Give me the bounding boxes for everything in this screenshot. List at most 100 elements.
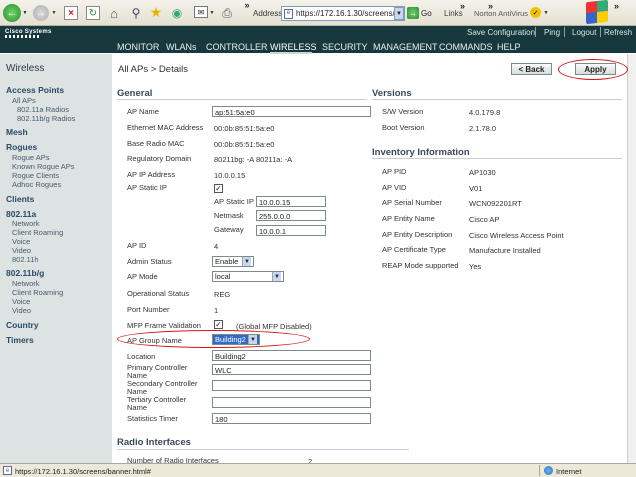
sidebar-item-all-aps[interactable]: All APs [12,96,36,105]
ping-link[interactable]: Ping [544,28,560,37]
sidebar-item-mesh[interactable]: Mesh [6,127,28,137]
links-label[interactable]: Links [444,9,463,18]
search-icon[interactable]: ⚲ [128,5,144,21]
nav-wireless[interactable]: WIRELESS [270,42,317,52]
globe-icon [544,466,553,475]
primary-controller-input[interactable]: WLC [212,364,371,375]
forward-icon[interactable]: → [33,5,49,21]
mfp-checkbox[interactable]: ✓ [214,320,223,329]
sidebar-item-timers[interactable]: Timers [6,335,34,345]
netmask-label: Netmask [214,211,244,220]
location-input[interactable]: Building2 [212,350,371,361]
page-icon: e [3,466,12,475]
go-button[interactable]: Go [421,9,432,18]
ap-pid-value: AP1030 [469,168,496,177]
secondary-controller-input[interactable] [212,380,371,391]
back-icon[interactable]: ← [3,4,21,22]
nav-wlans[interactable]: WLANs [166,42,197,52]
windows-logo-icon [586,0,608,25]
operational-status-label: Operational Status [127,289,190,298]
general-heading: General [117,88,153,99]
toolbar-chevron[interactable]: » [243,0,251,10]
back-button[interactable]: < Back [511,63,552,75]
sidebar-item-known-rogue-aps[interactable]: Known Rogue APs [12,162,75,171]
nav-management[interactable]: MANAGEMENT [373,42,438,52]
address-dropdown-icon[interactable]: ▼ [394,7,404,20]
norton-dropdown-icon[interactable]: ▼ [543,9,549,17]
back-dropdown-icon[interactable]: ▼ [22,9,28,17]
nav-security[interactable]: SECURITY [322,42,368,52]
print-icon[interactable]: ⎙ [219,5,235,21]
sidebar-item-bg-video[interactable]: Video [12,306,31,315]
sidebar-item-a-client-roaming[interactable]: Client Roaming [12,228,63,237]
sidebar-item-80211bg-radios[interactable]: 802.11b/g Radios [17,114,75,123]
ap-name-input[interactable]: ap:51:5a:e0 [212,106,371,117]
sidebar-item-clients[interactable]: Clients [6,194,34,204]
netmask-input[interactable]: 255.0.0.0 [256,210,326,221]
mail-icon[interactable]: ✉ [194,6,208,18]
ap-vid-label: AP VID [382,183,407,192]
mfp-frame-validation-label: MFP Frame Validation [127,321,201,330]
internet-zone-label: Internet [556,467,582,476]
tertiary-controller-label: Tertiary Controller Name [127,395,187,412]
sidebar-item-rogues[interactable]: Rogues [6,142,37,152]
sidebar-title: Wireless [6,63,45,74]
sidebar-item-adhoc-rogues[interactable]: Adhoc Rogues [12,180,61,189]
chevron-down-icon: ▼ [242,257,251,266]
sidebar-item-bg-client-roaming[interactable]: Client Roaming [12,288,63,297]
ap-ip-address-label: AP IP Address [127,170,176,179]
sidebar-item-80211bg[interactable]: 802.11b/g [6,268,44,278]
refresh-link[interactable]: Refresh [604,28,632,37]
reap-mode-value: Yes [469,262,482,271]
sidebar-item-80211a[interactable]: 802.11a [6,209,36,219]
home-icon[interactable]: ⌂ [106,5,122,21]
ap-mode-select[interactable]: local ▼ [212,271,284,282]
forward-dropdown-icon[interactable]: ▼ [51,9,57,17]
ap-group-highlight-oval [117,330,310,348]
vertical-scrollbar[interactable] [627,54,636,463]
mail-dropdown-icon[interactable]: ▼ [209,9,215,17]
nav-commands[interactable]: COMMANDS [439,42,493,52]
gateway-input[interactable]: 10.0.0.1 [256,225,326,236]
ap-certificate-type-value: Manufacture Installed [469,246,541,255]
gateway-label: Gateway [214,225,244,234]
secondary-controller-label: Secondary Controller Name [127,379,198,396]
reap-mode-label: REAP Mode supported [382,261,459,270]
norton-label[interactable]: Norton AntiVirus [474,9,528,18]
sidebar-item-bg-voice[interactable]: Voice [12,297,30,306]
static-ip-input[interactable]: 10.0.0.15 [256,196,326,207]
nav-controller[interactable]: CONTROLLER [206,42,268,52]
save-configuration-link[interactable]: Save Configuration [467,28,535,37]
ap-serial-value: WCN092201RT [469,199,522,208]
admin-status-label: Admin Status [127,257,172,266]
sidebar-item-rogue-aps[interactable]: Rogue APs [12,153,50,162]
refresh-icon[interactable]: ↻ [86,6,100,20]
sidebar-item-access-points[interactable]: Access Points [6,85,64,95]
tertiary-controller-input[interactable] [212,397,371,408]
sidebar-item-a-network[interactable]: Network [12,219,40,228]
media-icon[interactable]: ◉ [169,5,185,21]
admin-status-select[interactable]: Enable ▼ [212,256,254,267]
logout-link[interactable]: Logout [572,28,596,37]
sidebar-item-a-voice[interactable]: Voice [12,237,30,246]
stop-icon[interactable]: × [64,6,78,20]
ap-pid-label: AP PID [382,167,407,176]
nav-help[interactable]: HELP [497,42,521,52]
address-bar[interactable]: e https://172.16.1.30/screens/fra [281,6,405,21]
statistics-timer-input[interactable]: 180 [212,413,371,424]
favorites-icon[interactable]: ★ [148,4,164,20]
static-ip-checkbox[interactable]: ✓ [214,184,223,193]
sidebar-item-a-video[interactable]: Video [12,246,31,255]
ap-name-label: AP Name [127,107,159,116]
regulatory-domain-value: 80211bg: -A 80211a: -A [214,155,293,164]
sidebar-item-bg-network[interactable]: Network [12,279,40,288]
sidebar-item-rogue-clients[interactable]: Rogue Clients [12,171,59,180]
nav-monitor[interactable]: MONITOR [117,42,159,52]
sidebar-item-80211a-radios[interactable]: 802.11a Radios [17,105,69,114]
sidebar-item-country[interactable]: Country [6,320,39,330]
sidebar-item-a-80211h[interactable]: 802.11h [12,255,39,264]
norton-icon[interactable]: ✓ [530,7,541,18]
menu-chevron[interactable]: » [614,1,619,11]
go-icon[interactable]: → [407,7,419,19]
port-number-value: 1 [214,306,219,315]
